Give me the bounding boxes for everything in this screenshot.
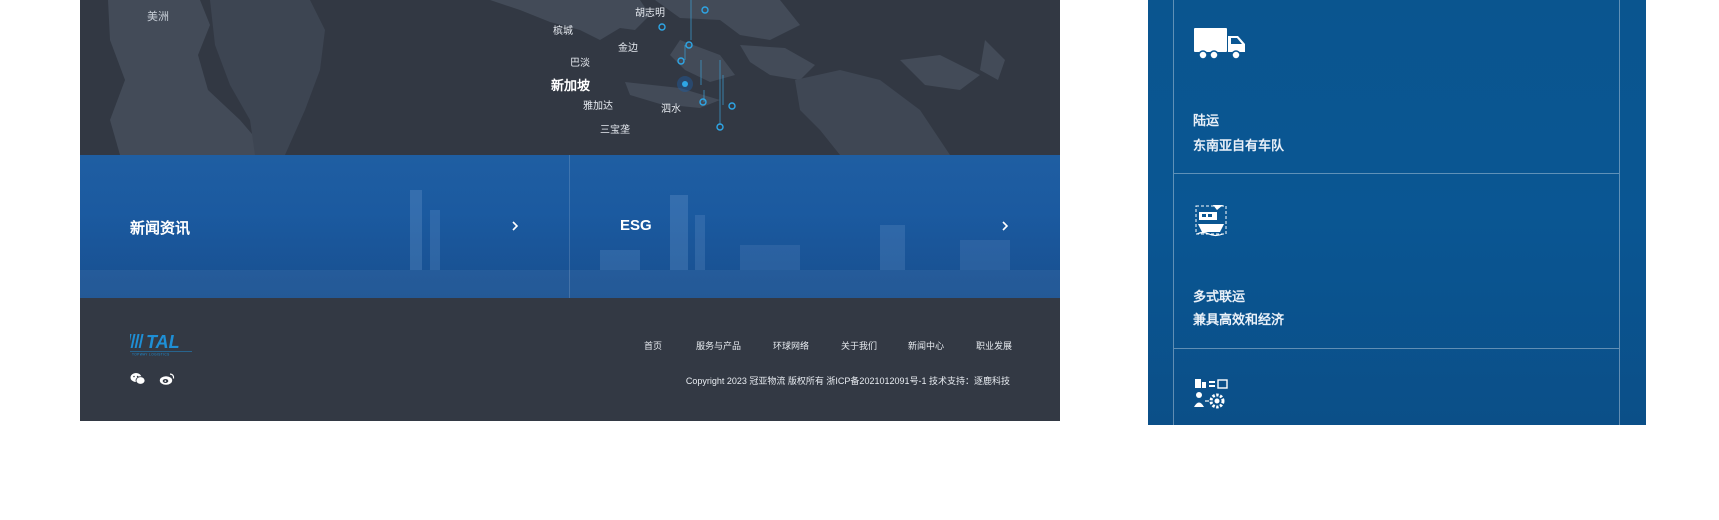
city-label-hochiminh: 胡志明 (635, 8, 665, 19)
chevron-right-icon (1002, 221, 1009, 231)
marker-penang (658, 23, 666, 31)
continent-label-americas: 美洲 (147, 11, 169, 23)
city-label-jakarta: 雅加达 (583, 101, 613, 112)
service-subtitle-land: 东南亚自有车队 (1193, 138, 1285, 153)
link-cards: 新闻资讯 ESG (80, 155, 1060, 298)
footer: TAL TOPWAY LOGISTICS 首页 服务与产品 环球网络 关于我们 … (80, 298, 1060, 421)
network-map: 美洲 胡志明 槟城 金边 巴淡 新加坡 雅加达 泗水 三宝垄 (80, 0, 1060, 155)
left-panel: 美洲 胡志明 槟城 金边 巴淡 新加坡 雅加达 泗水 三宝垄 新闻资讯 ESG (80, 0, 1060, 421)
truck-icon (1194, 28, 1245, 60)
service-item-land[interactable]: 陆运 东南亚自有车队 (1174, 0, 1619, 174)
footer-nav-news[interactable]: 新闻中心 (908, 339, 944, 352)
city-label-kampar: 金边 (618, 43, 638, 54)
city-label-semarang: 三宝垄 (600, 125, 630, 136)
tal-logo-graphic: TAL TOPWAY LOGISTICS (126, 332, 192, 357)
footer-nav-home[interactable]: 首页 (644, 339, 662, 352)
company-logo[interactable]: TAL TOPWAY LOGISTICS (126, 332, 194, 361)
city-label-singapore: 新加坡 (551, 78, 591, 93)
weibo-icon[interactable] (159, 372, 175, 386)
city-label-surabaya: 泗水 (661, 104, 681, 115)
news-card-title: 新闻资讯 (130, 220, 191, 237)
multimodal-icon (1195, 205, 1227, 237)
esg-card-title: ESG (620, 217, 652, 234)
chevron-right-icon (512, 221, 519, 231)
news-card[interactable]: 新闻资讯 (80, 155, 570, 298)
service-item-multimodal[interactable]: 多式联运 兼具高效和经济 (1174, 174, 1619, 348)
marker-singapore (682, 81, 688, 87)
footer-nav-network[interactable]: 环球网络 (773, 339, 809, 352)
footer-nav-about[interactable]: 关于我们 (841, 339, 877, 352)
esg-card[interactable]: ESG (570, 155, 1060, 298)
footer-nav-careers[interactable]: 职业发展 (976, 339, 1012, 352)
service-title-land: 陆运 (1193, 113, 1220, 128)
marker-surabaya (728, 102, 736, 110)
wechat-icon[interactable] (130, 372, 146, 386)
service-item-process[interactable] (1174, 349, 1619, 425)
city-label-batam: 巴淡 (570, 58, 590, 69)
services-list: 陆运 东南亚自有车队 多式联运 兼具高效和经济 (1173, 0, 1620, 425)
copyright-text: Copyright 2023 冠亚物流 版权所有 浙ICP备2021012091… (685, 376, 1010, 386)
process-gear-icon (1194, 379, 1228, 409)
service-subtitle-multimodal: 兼具高效和经济 (1193, 312, 1285, 327)
footer-nav-services[interactable]: 服务与产品 (696, 339, 741, 352)
services-panel: 陆运 东南亚自有车队 多式联运 兼具高效和经济 (1148, 0, 1646, 425)
logo-subtitle: TOPWAY LOGISTICS (132, 353, 170, 357)
svg-text:TAL: TAL (146, 332, 180, 352)
city-label-penang: 槟城 (553, 26, 573, 37)
service-title-multimodal: 多式联运 (1193, 289, 1246, 304)
